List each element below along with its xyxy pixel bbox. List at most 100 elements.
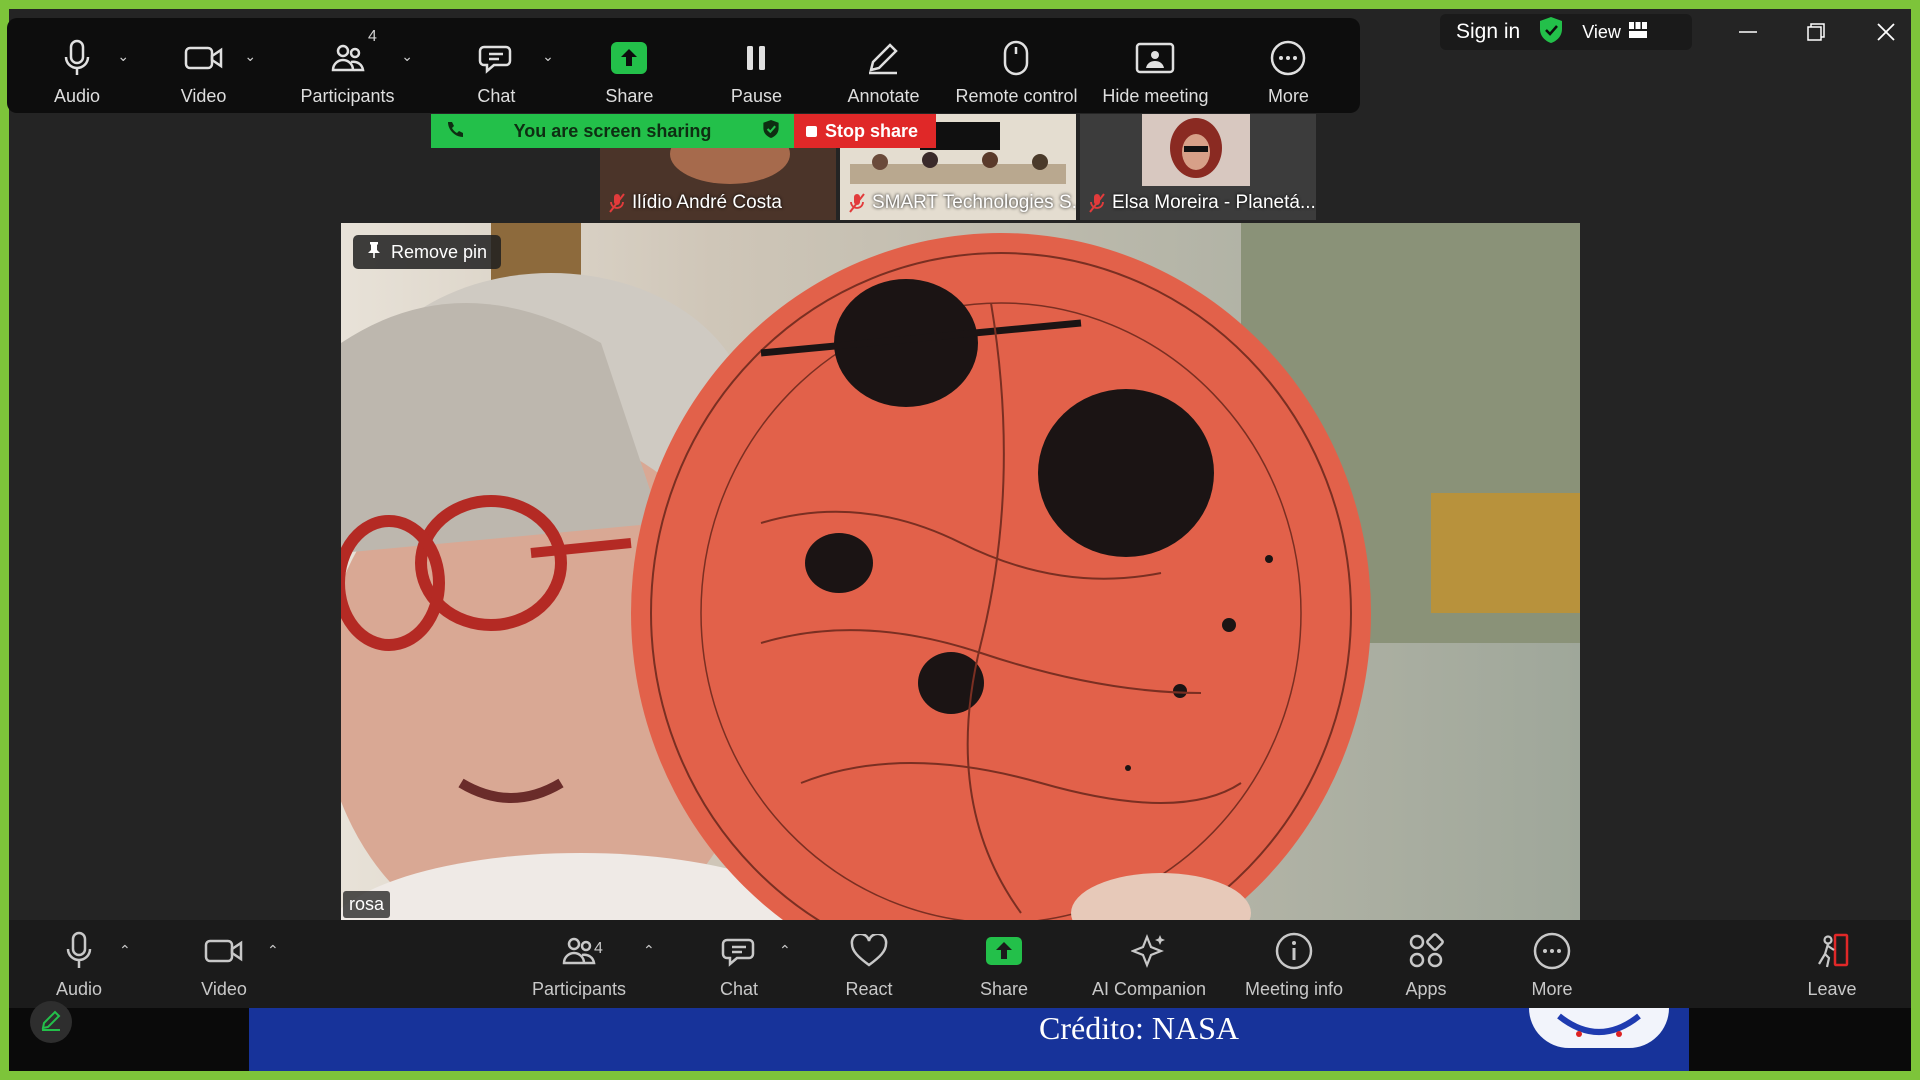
audio-button[interactable]: ⌄ Audio bbox=[15, 18, 139, 113]
chevron-down-icon[interactable]: ⌄ bbox=[117, 48, 129, 65]
hide-meeting-label: Hide meeting bbox=[1102, 86, 1209, 106]
chevron-down-icon[interactable]: ⌄ bbox=[542, 48, 554, 65]
share-toolbar: ⌄ Audio ⌄ Video 4 ⌄ Participants ⌄ Chat … bbox=[7, 18, 1360, 113]
share-label: Share bbox=[605, 86, 654, 106]
share-screen-icon bbox=[609, 38, 649, 78]
remote-control-button[interactable]: Remote control bbox=[947, 18, 1086, 113]
hide-meeting-icon bbox=[1135, 38, 1175, 78]
pencil-icon bbox=[863, 38, 903, 78]
thumbnail-elsa[interactable]: Elsa Moreira - Planetá... bbox=[1080, 114, 1316, 220]
participants-button[interactable]: 4 ⌄ Participants bbox=[268, 18, 427, 113]
meeting-controls: Audio ⌃ Video ⌃ Participants 4 ⌃ Chat ⌃ … bbox=[9, 920, 1911, 1008]
share-button[interactable]: Share bbox=[954, 920, 1054, 1008]
minimize-icon[interactable] bbox=[1728, 16, 1768, 48]
mic-muted-icon bbox=[609, 193, 625, 213]
participants-button[interactable]: Participants bbox=[509, 920, 649, 1008]
pause-label: Pause bbox=[730, 86, 782, 106]
audio-button[interactable]: Audio bbox=[29, 920, 129, 1008]
chat-label: Chat bbox=[477, 86, 516, 106]
more-button[interactable]: More bbox=[1502, 920, 1602, 1008]
chat-icon bbox=[476, 38, 516, 78]
shared-slide: Crédito: NASA bbox=[249, 1008, 1689, 1071]
remove-pin-label: Remove pin bbox=[391, 241, 488, 262]
audio-label: Audio bbox=[55, 979, 103, 999]
shield-icon[interactable] bbox=[1538, 16, 1564, 49]
stop-share-label: Stop share bbox=[825, 120, 919, 141]
hide-meeting-button[interactable]: Hide meeting bbox=[1086, 18, 1225, 113]
video-label: Video bbox=[201, 979, 247, 999]
chevron-up-icon[interactable]: ⌃ bbox=[643, 942, 655, 959]
grid-icon bbox=[1628, 21, 1647, 43]
sparkle-icon bbox=[1127, 929, 1171, 973]
leave-button[interactable]: Leave bbox=[1797, 920, 1867, 1008]
pin-icon bbox=[367, 241, 381, 264]
more-button[interactable]: More bbox=[1225, 18, 1352, 113]
camera-icon bbox=[202, 929, 246, 973]
pause-button[interactable]: Pause bbox=[693, 18, 820, 113]
participants-count: 4 bbox=[594, 940, 603, 957]
mouse-icon bbox=[996, 38, 1036, 78]
camera-icon bbox=[184, 38, 224, 78]
stop-share-button[interactable]: Stop share bbox=[794, 114, 936, 148]
chevron-up-icon[interactable]: ⌃ bbox=[267, 942, 279, 959]
remove-pin-button[interactable]: Remove pin bbox=[353, 235, 502, 269]
chevron-down-icon[interactable]: ⌄ bbox=[401, 48, 413, 65]
ai-companion-button[interactable]: AI Companion bbox=[1079, 920, 1219, 1008]
video-button[interactable]: Video bbox=[169, 920, 279, 1008]
leave-label: Leave bbox=[1807, 979, 1857, 999]
phone-icon bbox=[445, 120, 463, 143]
react-label: React bbox=[845, 979, 893, 999]
chat-button[interactable]: ⌄ Chat bbox=[427, 18, 566, 113]
logo-image bbox=[1529, 1008, 1669, 1048]
audio-label: Audio bbox=[54, 86, 101, 106]
chevron-up-icon[interactable]: ⌃ bbox=[119, 942, 131, 959]
stop-icon bbox=[806, 125, 817, 137]
participants-count: 4 bbox=[368, 28, 377, 45]
participant-name-text: Ilídio André Costa bbox=[632, 192, 782, 213]
speaker-video bbox=[341, 223, 1580, 920]
ai-companion-label: AI Companion bbox=[1091, 979, 1207, 999]
participant-name: Elsa Moreira - Planetá... bbox=[1088, 192, 1316, 214]
chevron-up-icon[interactable]: ⌃ bbox=[779, 942, 791, 959]
restore-icon[interactable] bbox=[1796, 16, 1836, 48]
sign-in-link[interactable]: Sign in bbox=[1456, 20, 1520, 44]
view-label: View bbox=[1582, 21, 1621, 42]
share-label: Share bbox=[979, 979, 1029, 999]
meeting-info-label: Meeting info bbox=[1244, 979, 1344, 999]
annotation-pencil-button[interactable] bbox=[30, 1001, 72, 1043]
share-button[interactable]: Share bbox=[566, 18, 693, 113]
leave-icon bbox=[1810, 929, 1854, 973]
react-button[interactable]: React bbox=[819, 920, 919, 1008]
view-button[interactable]: View bbox=[1582, 21, 1647, 43]
video-label: Video bbox=[180, 86, 227, 106]
microphone-icon bbox=[57, 929, 101, 973]
meeting-info-button[interactable]: Meeting info bbox=[1229, 920, 1359, 1008]
chat-icon bbox=[717, 929, 761, 973]
pause-icon bbox=[736, 38, 776, 78]
share-screen-icon bbox=[982, 929, 1026, 973]
more-icon bbox=[1268, 38, 1308, 78]
sharing-indicator[interactable]: You are screen sharing bbox=[431, 114, 794, 148]
video-button[interactable]: ⌄ Video bbox=[139, 18, 268, 113]
participant-name: SMART Technologies S... bbox=[848, 192, 1076, 214]
participant-name: Ilídio André Costa bbox=[608, 192, 782, 214]
pencil-icon bbox=[40, 1009, 62, 1036]
participants-icon bbox=[328, 38, 368, 78]
chevron-down-icon[interactable]: ⌄ bbox=[244, 48, 256, 65]
more-label: More bbox=[1531, 979, 1573, 999]
apps-button[interactable]: Apps bbox=[1376, 920, 1476, 1008]
apps-label: Apps bbox=[1405, 979, 1447, 999]
more-label: More bbox=[1267, 86, 1309, 106]
participants-label: Participants bbox=[531, 979, 627, 999]
annotate-button[interactable]: Annotate bbox=[820, 18, 947, 113]
speaker-name-tag: rosa bbox=[343, 891, 391, 918]
microphone-icon bbox=[57, 38, 97, 78]
participants-label: Participants bbox=[300, 86, 395, 106]
shared-screen-preview: Crédito: NASA bbox=[9, 1008, 1911, 1071]
chat-button[interactable]: Chat bbox=[689, 920, 789, 1008]
chat-label: Chat bbox=[719, 979, 759, 999]
credit-text: Crédito: NASA bbox=[1039, 1010, 1239, 1046]
remote-control-label: Remote control bbox=[955, 86, 1078, 106]
main-video-feed[interactable]: Remove pin rosa bbox=[341, 223, 1580, 920]
close-icon[interactable] bbox=[1866, 16, 1906, 48]
